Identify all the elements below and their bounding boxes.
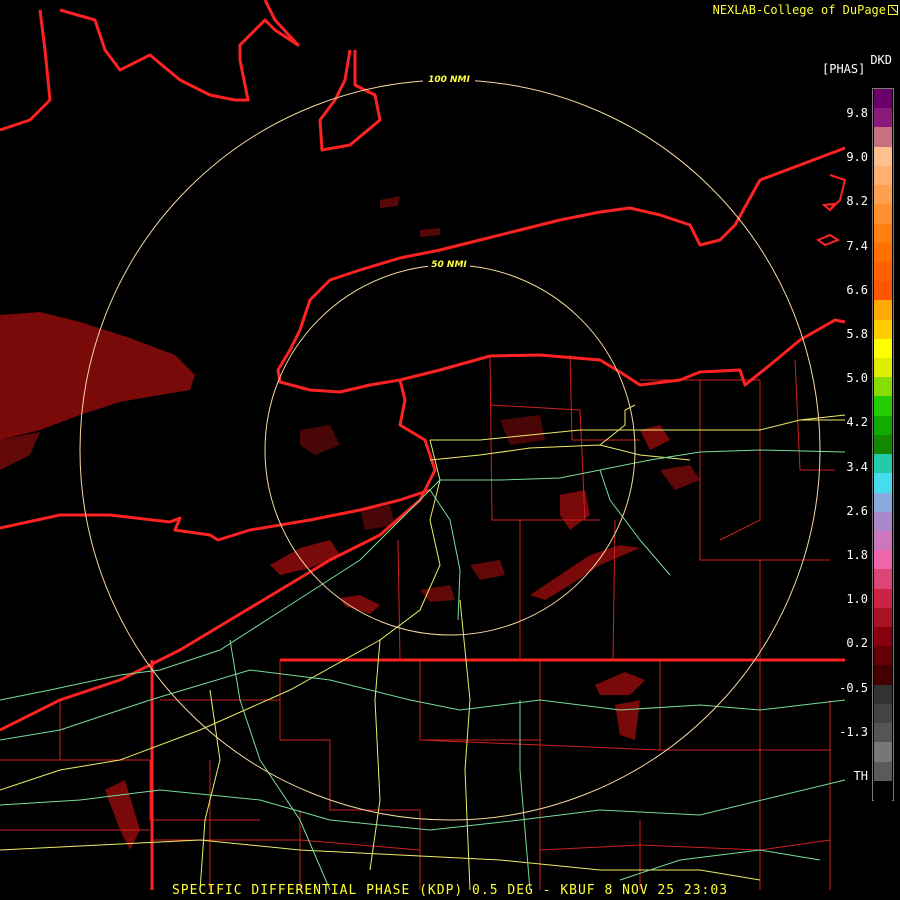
color-scale-tick-label: 7.4 [846, 238, 868, 253]
color-scale-segment [874, 223, 892, 244]
color-scale-tick-label: 0.2 [846, 636, 868, 651]
color-scale-tick-label: 2.6 [846, 503, 868, 518]
color-scale-segment [874, 473, 892, 494]
color-scale-segment [874, 165, 892, 186]
color-scale-segment [874, 627, 892, 648]
color-scale-tick-label: 4.2 [846, 415, 868, 430]
color-scale-segment [874, 646, 892, 667]
color-scale-segment [874, 89, 892, 109]
color-scale-segment [874, 185, 892, 206]
color-scale-segment [874, 242, 892, 263]
color-scale-segment [874, 146, 892, 167]
color-scale-tick-label: TH [853, 769, 868, 783]
color-scale-segment [874, 338, 892, 359]
external-link-icon[interactable] [888, 5, 898, 15]
color-scale-tick-label: 1.8 [846, 548, 868, 562]
color-scale-segment [874, 281, 892, 302]
color-scale-segment [874, 684, 892, 705]
color-scale-segment [874, 396, 892, 417]
ring-label-50: 50 NMI [431, 260, 467, 270]
color-scale-tick-label: 8.2 [846, 194, 868, 209]
color-scale-segment [874, 530, 892, 551]
color-scale-segment [874, 723, 892, 744]
color-scale-segment [874, 607, 892, 628]
color-scale-segment [874, 511, 892, 532]
color-scale-tick-label: -0.5 [839, 680, 868, 695]
color-scale-bar [872, 88, 894, 801]
color-scale-segment [874, 415, 892, 436]
color-scale-segment [874, 492, 892, 513]
color-scale-tick-label: 3.4 [846, 459, 868, 474]
color-scale-segment [874, 454, 892, 475]
color-scale-segment [874, 377, 892, 398]
color-scale-segment [874, 703, 892, 724]
legend-unit: [PHAS] [822, 62, 866, 76]
color-scale-segment [874, 261, 892, 282]
color-scale-segment [874, 569, 892, 590]
ring-label-100: 100 NMI [428, 75, 470, 85]
color-scale-segment [874, 358, 892, 379]
product-code: DKD [870, 53, 892, 67]
color-scale-tick-label: 9.8 [846, 106, 868, 120]
color-scale-tick-label: 1.0 [846, 592, 868, 607]
color-scale-segment [874, 761, 892, 782]
color-scale-segment [874, 108, 892, 129]
color-scale-segment [874, 550, 892, 571]
color-scale-tick-label: 6.6 [846, 282, 868, 297]
color-scale-tick-label: 5.0 [846, 371, 868, 386]
color-scale-segment [874, 780, 892, 801]
color-scale-segment [874, 434, 892, 455]
color-scale-segment [874, 742, 892, 763]
credit-text[interactable]: NEXLAB-College of DuPage [713, 3, 886, 17]
color-scale-segment [874, 300, 892, 321]
color-scale-segment [874, 204, 892, 225]
color-scale-segment [874, 127, 892, 148]
radar-map: 100 NMI 50 NMI [0, 0, 900, 900]
color-scale-segment [874, 665, 892, 686]
color-scale-tick-label: 9.0 [846, 150, 868, 165]
product-title: SPECIFIC DIFFERENTIAL PHASE (KDP) 0.5 DE… [171, 883, 729, 898]
color-scale-segment [874, 588, 892, 609]
color-scale-tick-label: 5.8 [846, 327, 868, 341]
color-scale-segment [874, 319, 892, 340]
color-scale-tick-label: -1.3 [839, 724, 868, 739]
